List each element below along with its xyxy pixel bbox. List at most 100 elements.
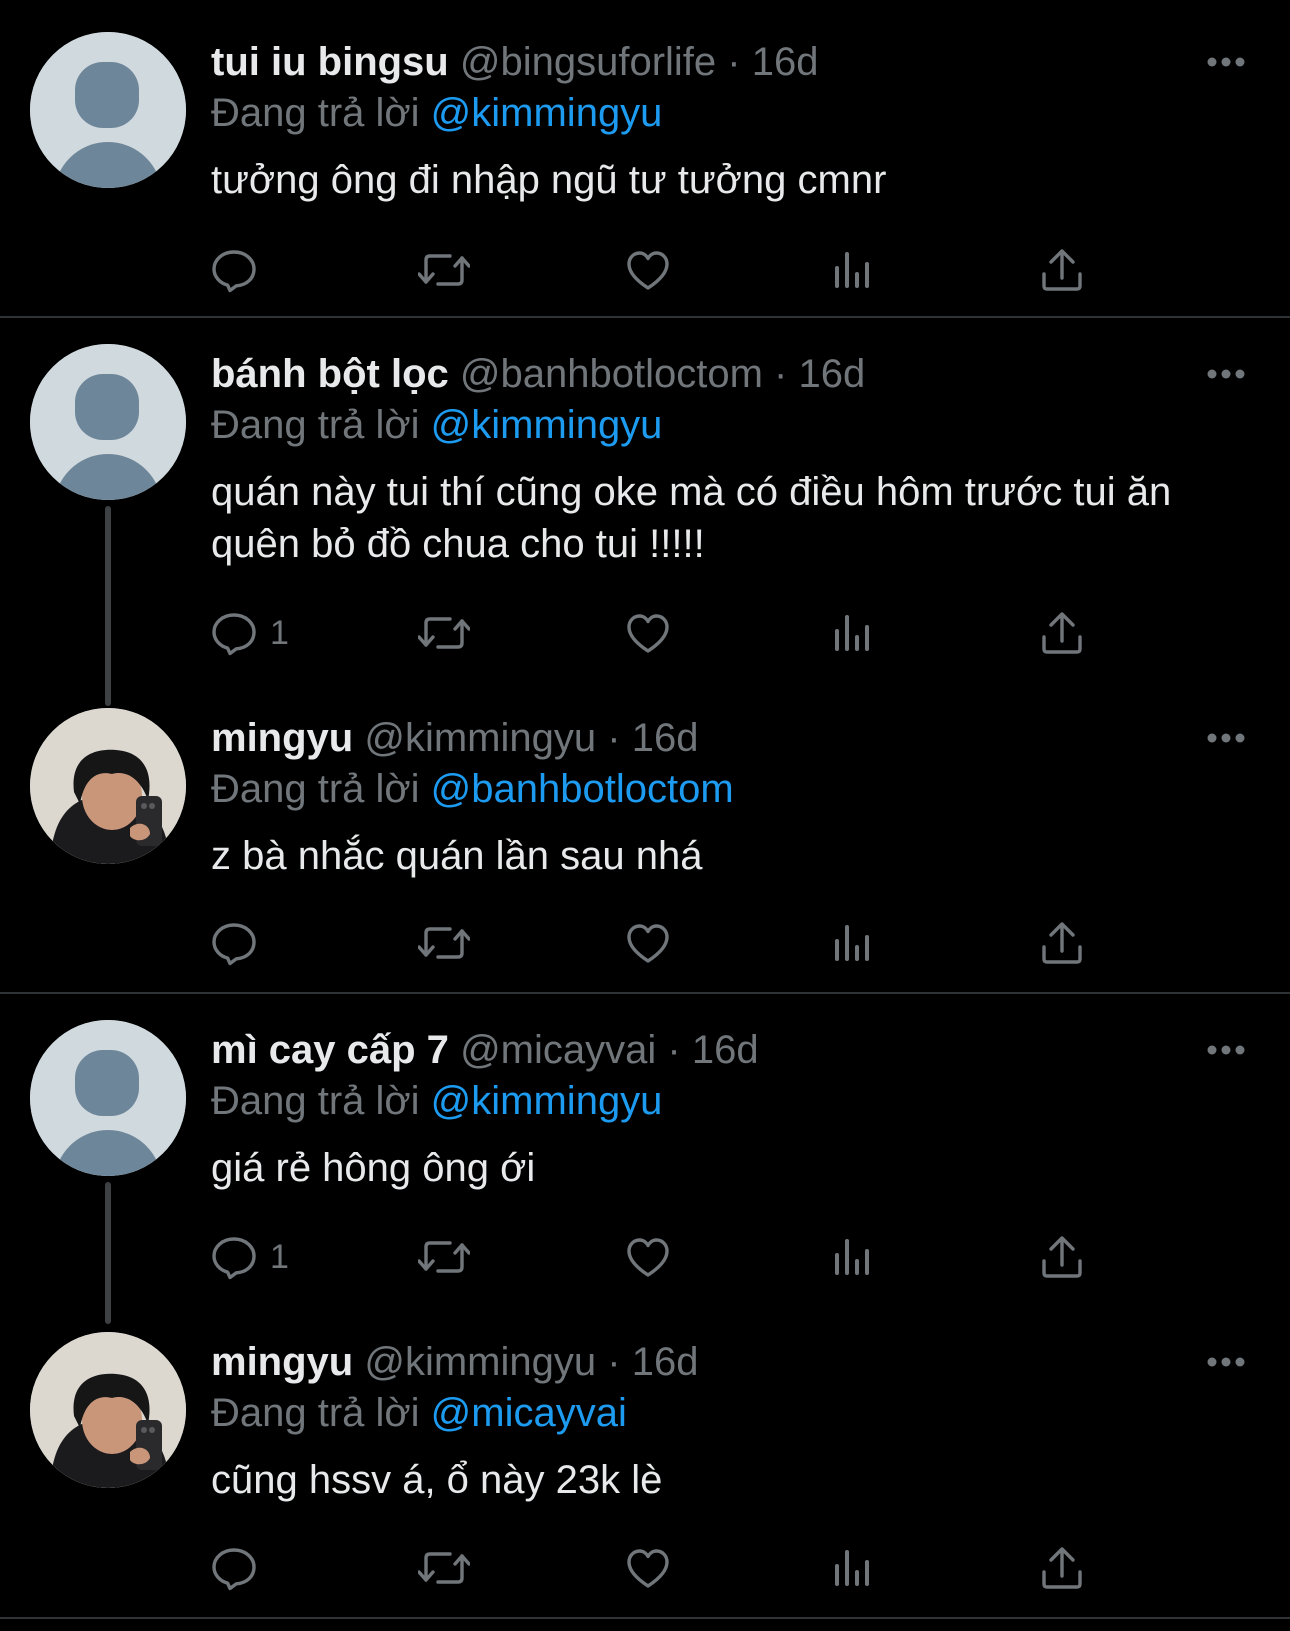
- timeline: tui iu bingsu @bingsuforlife · 16d Đang …: [0, 0, 1290, 1631]
- like-button[interactable]: [624, 913, 754, 973]
- share-button[interactable]: [1040, 1227, 1170, 1287]
- profile-photo-icon: [30, 708, 186, 864]
- reply-icon: [212, 250, 256, 293]
- mention-link[interactable]: @kimmingyu: [431, 91, 663, 135]
- replying-prefix: Đang trả lời: [211, 91, 420, 135]
- replying-prefix: Đang trả lời: [211, 1079, 420, 1123]
- share-icon: [1042, 922, 1082, 964]
- user-handle[interactable]: @micayvai: [460, 1028, 656, 1072]
- share-icon: [1042, 1236, 1082, 1278]
- like-icon: [627, 614, 669, 653]
- views-button[interactable]: [832, 913, 962, 973]
- retweet-icon: [418, 617, 470, 649]
- reply-button[interactable]: 1: [210, 1227, 340, 1287]
- user-handle[interactable]: @bingsuforlife: [460, 40, 716, 84]
- replying-to: Đang trả lời @kimmingyu: [211, 398, 662, 452]
- user-handle[interactable]: @kimmingyu: [364, 1340, 596, 1384]
- views-icon: [835, 925, 869, 961]
- like-icon: [627, 1549, 669, 1588]
- share-button[interactable]: [1040, 913, 1170, 973]
- user-handle[interactable]: @banhbotloctom: [460, 352, 763, 396]
- tweet-header: tui iu bingsu @bingsuforlife · 16d: [211, 34, 818, 90]
- more-options-icon[interactable]: [1202, 1344, 1250, 1380]
- more-options-icon[interactable]: [1202, 44, 1250, 80]
- mention-link[interactable]: @banhbotloctom: [431, 767, 734, 811]
- share-icon: [1042, 1547, 1082, 1589]
- display-name[interactable]: bánh bột lọc: [211, 352, 449, 396]
- tweet[interactable]: tui iu bingsu @bingsuforlife · 16d Đang …: [0, 0, 1290, 312]
- tweet-text: z bà nhắc quán lần sau nhá: [211, 834, 703, 878]
- views-icon: [835, 615, 869, 651]
- person-icon: [30, 32, 186, 188]
- photo-avatar[interactable]: [30, 1332, 186, 1488]
- retweet-button[interactable]: [418, 240, 548, 300]
- timestamp[interactable]: 16d: [632, 1340, 699, 1384]
- views-icon: [835, 252, 869, 288]
- share-button[interactable]: [1040, 1538, 1170, 1598]
- like-button[interactable]: [624, 1227, 754, 1287]
- reply-button[interactable]: 1: [210, 603, 340, 663]
- divider: [0, 1617, 1290, 1619]
- reply-button[interactable]: [210, 240, 340, 300]
- retweet-button[interactable]: [418, 603, 548, 663]
- tweet[interactable]: bánh bột lọc @banhbotloctom · 16d Đang t…: [0, 312, 1290, 706]
- share-button[interactable]: [1040, 603, 1170, 663]
- like-button[interactable]: [624, 1538, 754, 1598]
- reply-icon: [212, 1237, 256, 1280]
- more-options-icon[interactable]: [1202, 356, 1250, 392]
- separator-dot: ·: [607, 716, 621, 760]
- mention-link[interactable]: @kimmingyu: [431, 403, 663, 447]
- views-button[interactable]: [832, 1227, 962, 1287]
- display-name[interactable]: mingyu: [211, 1340, 353, 1384]
- like-button[interactable]: [624, 240, 754, 300]
- default-avatar[interactable]: [30, 344, 186, 500]
- retweet-button[interactable]: [418, 913, 548, 973]
- timestamp[interactable]: 16d: [692, 1028, 759, 1072]
- reply-button[interactable]: [210, 1538, 340, 1598]
- tweet-text: cũng hssv á, ổ này 23k lè: [211, 1458, 663, 1502]
- retweet-icon: [418, 1241, 470, 1273]
- person-icon: [30, 344, 186, 500]
- timestamp[interactable]: 16d: [752, 40, 819, 84]
- views-button[interactable]: [832, 240, 962, 300]
- replying-to: Đang trả lời @kimmingyu: [211, 86, 662, 140]
- display-name[interactable]: tui iu bingsu: [211, 40, 449, 84]
- more-options-icon[interactable]: [1202, 720, 1250, 756]
- views-button[interactable]: [832, 603, 962, 663]
- display-name[interactable]: mì cay cấp 7: [211, 1028, 449, 1072]
- display-name[interactable]: mingyu: [211, 716, 353, 760]
- views-icon: [835, 1550, 869, 1586]
- mention-link[interactable]: @kimmingyu: [431, 1079, 663, 1123]
- share-icon: [1042, 612, 1082, 654]
- more-options-icon[interactable]: [1202, 1032, 1250, 1068]
- default-avatar[interactable]: [30, 32, 186, 188]
- like-icon: [627, 1238, 669, 1277]
- retweet-button[interactable]: [418, 1227, 548, 1287]
- tweet[interactable]: mingyu @kimmingyu · 16d Đang trả lời @mi…: [0, 1300, 1290, 1612]
- share-button[interactable]: [1040, 240, 1170, 300]
- views-button[interactable]: [832, 1538, 962, 1598]
- reply-button[interactable]: [210, 913, 340, 973]
- mention-link[interactable]: @micayvai: [431, 1391, 627, 1435]
- timestamp[interactable]: 16d: [632, 716, 699, 760]
- retweet-icon: [418, 254, 470, 286]
- replying-prefix: Đang trả lời: [211, 767, 420, 811]
- photo-avatar[interactable]: [30, 708, 186, 864]
- reply-count: 1: [270, 1237, 289, 1276]
- share-icon: [1042, 249, 1082, 291]
- tweet-text: quán này tui thí cũng oke mà có điều hôm…: [211, 470, 1172, 566]
- action-bar: 1: [0, 1227, 1290, 1287]
- retweet-icon: [418, 927, 470, 959]
- retweet-button[interactable]: [418, 1538, 548, 1598]
- replying-to: Đang trả lời @banhbotloctom: [211, 762, 734, 816]
- user-handle[interactable]: @kimmingyu: [364, 716, 596, 760]
- tweet-text: tưởng ông đi nhập ngũ tư tưởng cmnr: [211, 158, 887, 202]
- separator-dot: ·: [727, 40, 741, 84]
- tweet-text: giá rẻ hông ông ới: [211, 1146, 536, 1190]
- person-icon: [30, 1020, 186, 1176]
- like-button[interactable]: [624, 603, 754, 663]
- default-avatar[interactable]: [30, 1020, 186, 1176]
- tweet[interactable]: mingyu @kimmingyu · 16d Đang trả lời @ba…: [0, 676, 1290, 988]
- timestamp[interactable]: 16d: [798, 352, 865, 396]
- tweet[interactable]: mì cay cấp 7 @micayvai · 16d Đang trả lờ…: [0, 988, 1290, 1324]
